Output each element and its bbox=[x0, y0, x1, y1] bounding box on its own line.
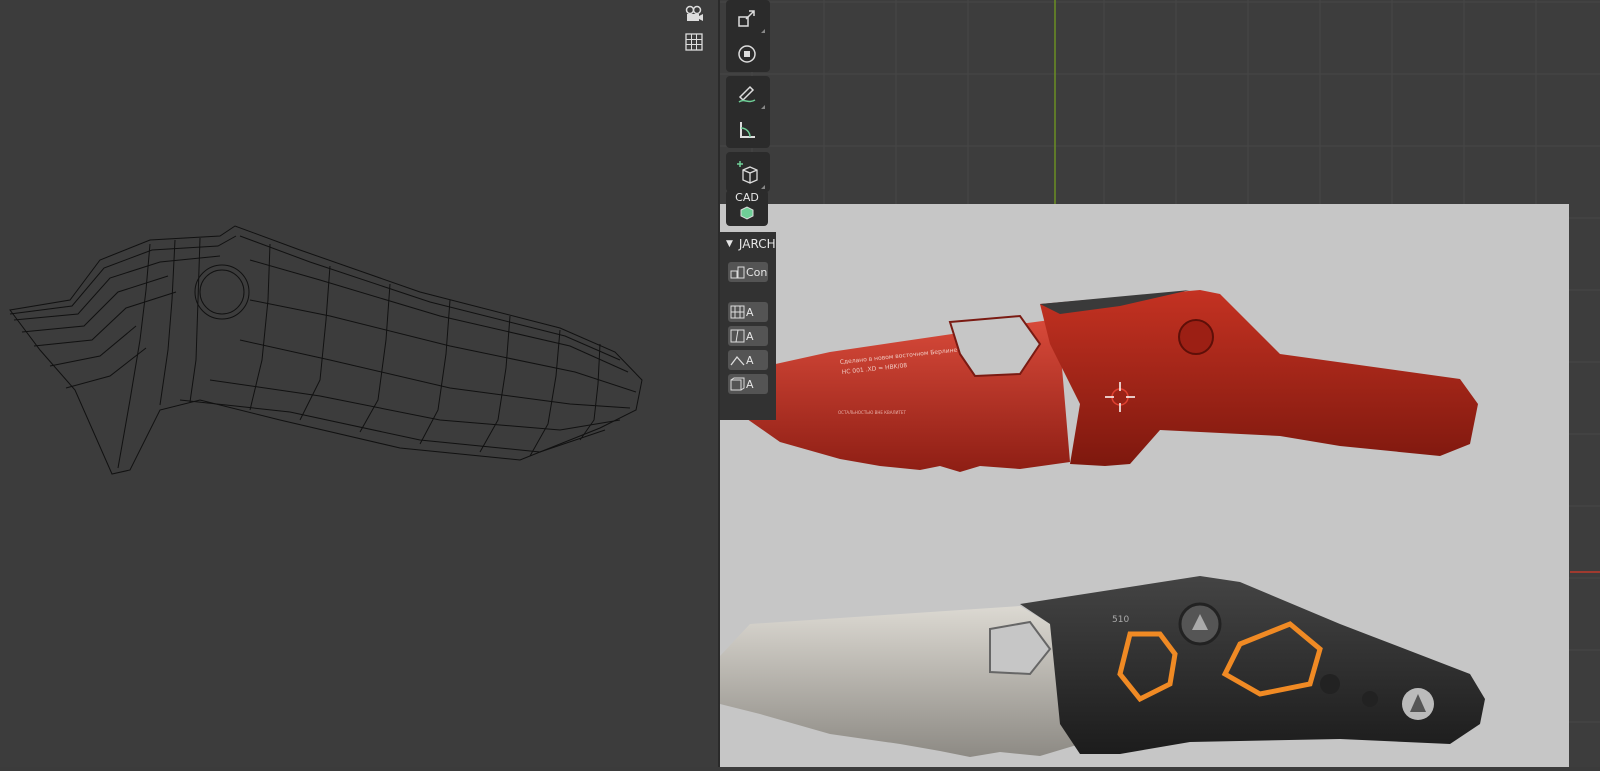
cad-cube-icon bbox=[740, 206, 754, 220]
tool-group-annotate bbox=[726, 76, 770, 148]
jarch-header[interactable]: ▼ JARCH bbox=[720, 232, 776, 256]
add-cube-icon bbox=[737, 161, 758, 184]
cad-label: CAD bbox=[735, 191, 759, 204]
con-icon bbox=[730, 266, 745, 279]
handle-text: 510 bbox=[1112, 615, 1129, 625]
transform-tool-button[interactable] bbox=[726, 36, 768, 72]
knife-reference-art: Сделано в новом восточном Берлине HC 001… bbox=[720, 290, 1485, 757]
jarch-button-label: A bbox=[746, 305, 754, 319]
roof-a-icon bbox=[730, 355, 745, 366]
box-a-icon bbox=[730, 377, 745, 391]
split-a-icon bbox=[730, 329, 745, 343]
annotate-tool-button[interactable] bbox=[726, 76, 768, 112]
reference-image[interactable]: Сделано в новом восточном Берлине HC 001… bbox=[720, 204, 1569, 767]
measure-icon bbox=[740, 122, 755, 138]
jarch-grid-button[interactable]: A bbox=[728, 302, 768, 322]
jarch-split-button[interactable]: A bbox=[728, 326, 768, 346]
jarch-box-button[interactable]: A bbox=[728, 374, 768, 394]
blade-text-3: ОСТАЛЬНОСТЬЮ ВНЕ КВАЛИТЕТ bbox=[838, 410, 906, 415]
add-cube-tool-button[interactable] bbox=[726, 152, 768, 192]
camera-icon[interactable] bbox=[682, 2, 706, 26]
grid-icon[interactable] bbox=[682, 30, 706, 54]
measure-tool-button[interactable] bbox=[726, 112, 768, 148]
left-viewport[interactable] bbox=[0, 0, 718, 767]
scale-icon bbox=[738, 10, 755, 27]
cad-button[interactable]: CAD bbox=[726, 190, 768, 226]
tool-group-add bbox=[726, 152, 770, 192]
jarch-button-label: A bbox=[746, 353, 754, 367]
annotate-icon bbox=[738, 85, 756, 103]
con-label: Con bbox=[746, 265, 768, 279]
collapse-arrow-icon: ▼ bbox=[726, 239, 733, 249]
wireframe-handle bbox=[9, 225, 643, 475]
tool-group-transform bbox=[726, 0, 770, 72]
jarch-title: JARCH bbox=[738, 237, 776, 251]
viewport-nav-icons bbox=[682, 2, 706, 58]
jarch-button-label: A bbox=[746, 377, 754, 391]
jarch-button-label: A bbox=[746, 329, 754, 343]
scale-tool-button[interactable] bbox=[726, 0, 768, 36]
jarch-panel: ▼ JARCH Con A A A A bbox=[720, 232, 776, 420]
tool-shelf bbox=[726, 0, 770, 196]
jarch-con-button[interactable]: Con bbox=[728, 262, 768, 282]
transform-icon bbox=[738, 45, 756, 63]
grid-a-icon bbox=[730, 305, 745, 319]
jarch-roof-button[interactable]: A bbox=[728, 350, 768, 370]
